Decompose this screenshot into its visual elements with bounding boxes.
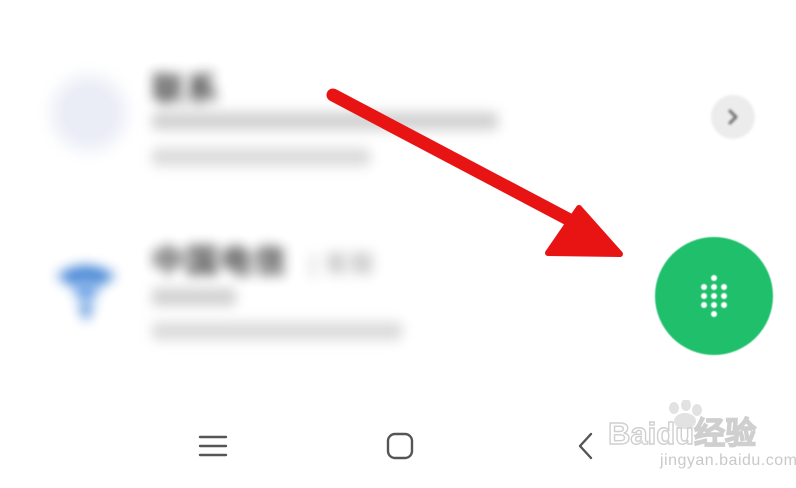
recent-apps-button[interactable]: [193, 426, 233, 466]
chevron-right-icon: [728, 109, 738, 125]
dialpad-button[interactable]: [655, 237, 773, 355]
contact-avatar: [48, 72, 130, 154]
contact-name-text: 联系: [152, 71, 221, 107]
home-button[interactable]: [380, 426, 420, 466]
telecom-logo-icon: [56, 265, 116, 322]
contact-name-text: 中国电信: [152, 243, 289, 279]
contact-tag: | 客服: [310, 251, 375, 278]
contact-detail-line: [152, 322, 402, 340]
contact-detail-line: [152, 288, 236, 306]
back-button[interactable]: [566, 426, 606, 466]
watermark-text: Baidu经验: [608, 416, 756, 451]
watermark-url: jingyan.baidu.com: [660, 452, 796, 469]
expand-chevron-button[interactable]: [711, 95, 755, 139]
contact-detail-line: [152, 148, 370, 166]
contact-item[interactable]: 中国电信 | 客服: [40, 220, 600, 350]
contact-detail-line: [152, 112, 498, 130]
back-icon: [578, 432, 593, 460]
menu-icon: [198, 435, 228, 457]
phone-screen: 联系 中国电信 | 客服 Baidu经验 jingyan.baidu.com: [0, 0, 796, 488]
contact-name: 联系: [152, 64, 220, 110]
contact-name: 中国电信 | 客服: [152, 236, 375, 282]
contact-item[interactable]: 联系: [40, 48, 600, 178]
home-icon: [386, 432, 414, 460]
dialpad-icon: [701, 275, 727, 317]
